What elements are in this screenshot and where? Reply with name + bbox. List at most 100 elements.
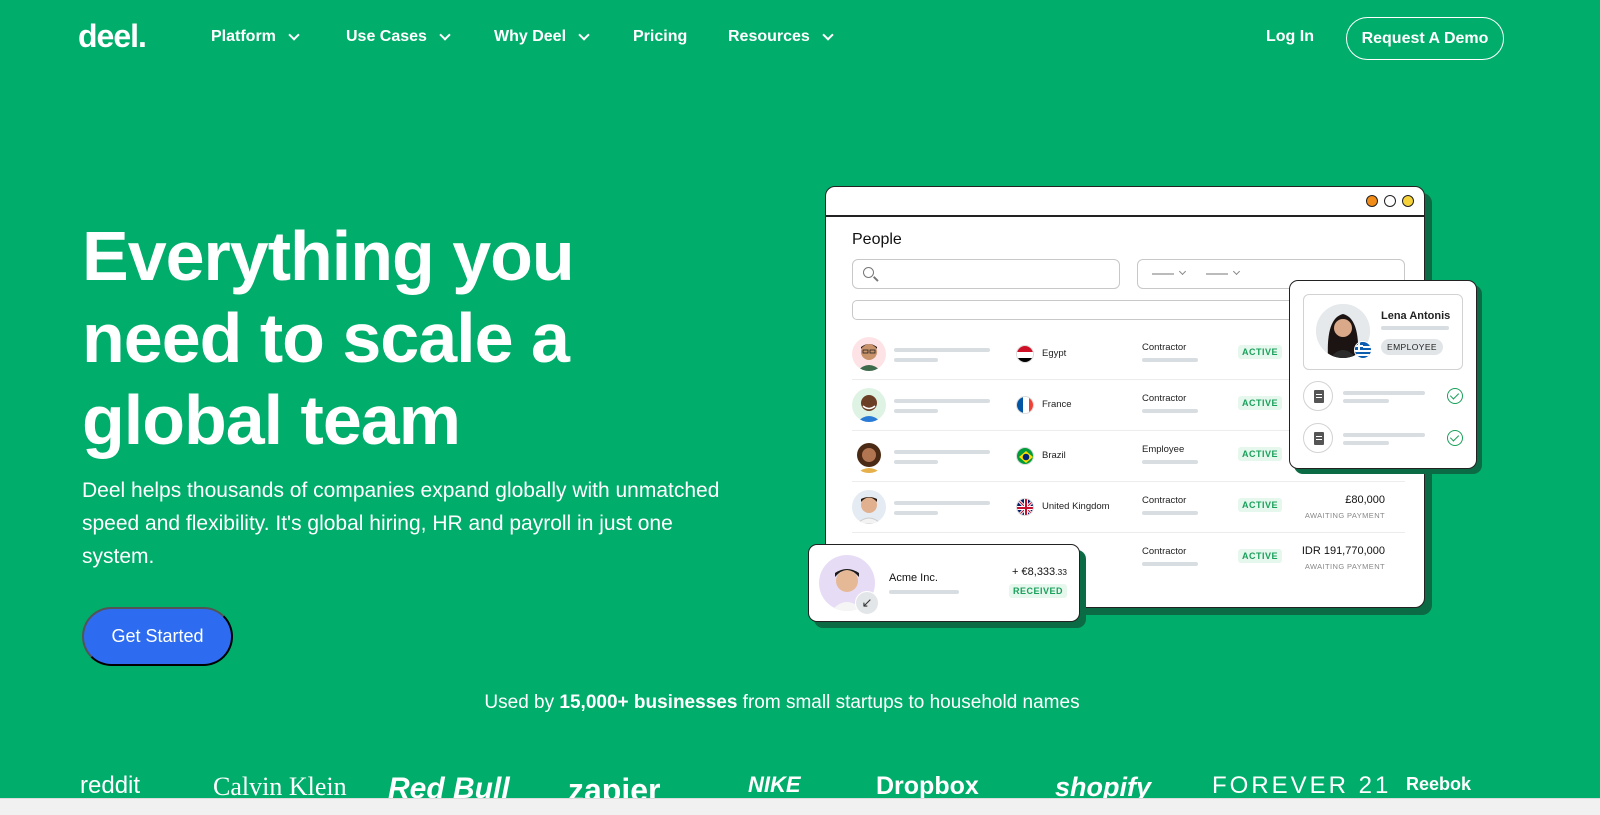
search-icon	[863, 267, 874, 278]
document-icon	[1303, 423, 1333, 453]
red-bull-logo: Red Bull	[388, 772, 510, 798]
nike-logo: NIKE	[748, 772, 801, 797]
row-amount-status: AWAITING PAYMENT	[1304, 562, 1385, 571]
profile-header: Lena Antonis EMPLOYEE	[1303, 294, 1463, 370]
trust-highlight: 15,000+ businesses	[559, 692, 738, 713]
trust-suffix: from small startups to household names	[737, 692, 1080, 713]
login-link[interactable]: Log In	[1266, 28, 1314, 46]
name-placeholder	[894, 348, 990, 352]
name-placeholder	[894, 460, 938, 464]
nav-platform-label: Platform	[211, 28, 276, 45]
name-placeholder	[894, 501, 990, 505]
nav-use-cases[interactable]: Use Cases	[346, 28, 451, 46]
chevron-down-icon	[822, 28, 834, 41]
nav-platform[interactable]: Platform	[211, 28, 300, 46]
type-placeholder	[1142, 460, 1198, 464]
received-amount-main: + €8,333	[1012, 566, 1056, 578]
company-placeholder	[889, 590, 959, 594]
uk-flag-icon	[1016, 498, 1034, 516]
received-badge: RECEIVED	[1008, 584, 1067, 598]
top-nav: deel. Platform Use Cases Why Deel Pricin…	[0, 0, 1564, 78]
reebok-logo: Reebok	[1406, 774, 1472, 794]
hero-title: Everything you need to scale a global te…	[82, 217, 575, 459]
type-placeholder	[1142, 562, 1198, 566]
employee-profile-card[interactable]: Lena Antonis EMPLOYEE	[1289, 280, 1477, 469]
document-icon	[1303, 381, 1333, 411]
nav-pricing-label: Pricing	[633, 28, 688, 45]
row-country: France	[1042, 399, 1072, 410]
request-demo-button[interactable]: Request A Demo	[1346, 17, 1504, 60]
france-flag-icon	[1016, 396, 1034, 414]
row-country: Brazil	[1042, 450, 1066, 461]
vertical-scrollbar[interactable]	[1564, 0, 1600, 815]
chevron-down-icon	[1232, 267, 1241, 276]
type-placeholder	[1142, 358, 1198, 362]
name-placeholder	[894, 399, 990, 403]
chevron-down-icon	[439, 28, 451, 41]
document-row[interactable]	[1303, 379, 1463, 413]
table-row[interactable]: United Kingdom Contractor ACTIVE £80,000…	[852, 482, 1405, 533]
nav-why-deel-label: Why Deel	[494, 28, 567, 45]
row-type: Contractor	[1142, 546, 1187, 557]
row-amount: IDR 191,770,000	[1301, 545, 1385, 557]
window-dot-orange	[1366, 195, 1378, 207]
employee-badge: EMPLOYEE	[1381, 339, 1443, 355]
row-type: Contractor	[1142, 393, 1187, 404]
horizontal-scrollbar[interactable]	[0, 798, 1600, 815]
row-type: Contractor	[1142, 495, 1187, 506]
arrow-down-left-icon: ↙	[855, 591, 879, 615]
deel-logo[interactable]: deel.	[78, 18, 147, 55]
employee-name: Lena Antonis	[1381, 310, 1451, 322]
row-country: Egypt	[1042, 348, 1067, 359]
company-name: Acme Inc.	[889, 572, 938, 584]
forever-21-logo: FOREVER 21	[1212, 772, 1392, 798]
title-placeholder	[1381, 326, 1449, 330]
window-titlebar-divider	[826, 215, 1424, 217]
document-placeholder	[1343, 391, 1425, 395]
calvin-klein-logo: Calvin Klein	[213, 772, 347, 798]
get-started-button[interactable]: Get Started	[82, 607, 233, 666]
name-placeholder	[894, 511, 938, 515]
nav-pricing[interactable]: Pricing	[633, 28, 687, 46]
document-placeholder	[1343, 399, 1389, 403]
avatar	[852, 490, 886, 524]
chevron-down-icon	[288, 28, 300, 41]
document-placeholder	[1343, 441, 1389, 445]
payment-received-card[interactable]: ↙ Acme Inc. + €8,333.33 RECEIVED	[808, 544, 1080, 622]
dropbox-logo: Dropbox	[876, 772, 979, 798]
window-dot-yellow	[1402, 195, 1414, 207]
avatar	[852, 337, 886, 371]
status-badge: ACTIVE	[1238, 498, 1283, 512]
trust-statement: Used by 15,000+ businesses from small st…	[0, 692, 1564, 714]
people-search-input[interactable]	[852, 259, 1120, 289]
row-amount: £80,000	[1345, 494, 1385, 506]
row-amount-status: AWAITING PAYMENT	[1304, 511, 1385, 520]
row-type: Contractor	[1142, 342, 1187, 353]
status-badge: ACTIVE	[1238, 345, 1283, 359]
document-row[interactable]	[1303, 421, 1463, 455]
type-placeholder	[1142, 511, 1198, 515]
status-badge: ACTIVE	[1238, 447, 1283, 461]
status-badge: ACTIVE	[1238, 396, 1283, 410]
hero-subtitle: Deel helps thousands of companies expand…	[82, 479, 720, 568]
chevron-down-icon	[578, 28, 590, 41]
avatar	[852, 439, 886, 473]
received-amount-decimal: .33	[1055, 567, 1067, 577]
name-placeholder	[894, 409, 938, 413]
brazil-flag-icon	[1016, 447, 1034, 465]
egypt-flag-icon	[1016, 345, 1034, 363]
nav-resources[interactable]: Resources	[728, 28, 834, 46]
nav-use-cases-label: Use Cases	[346, 28, 427, 45]
zapier-logo: zapier	[568, 772, 661, 798]
people-title: People	[852, 231, 902, 248]
nav-why-deel[interactable]: Why Deel	[494, 28, 590, 46]
type-placeholder	[1142, 409, 1198, 413]
name-placeholder	[894, 358, 938, 362]
document-placeholder	[1343, 433, 1425, 437]
check-circle-icon	[1447, 430, 1463, 446]
window-dot-white	[1384, 195, 1396, 207]
customer-logos: reddit Calvin Klein Red Bull zapier NIKE…	[0, 770, 1564, 798]
name-placeholder	[894, 450, 990, 454]
received-amount: + €8,333.33	[1012, 566, 1067, 578]
row-type: Employee	[1142, 444, 1185, 455]
